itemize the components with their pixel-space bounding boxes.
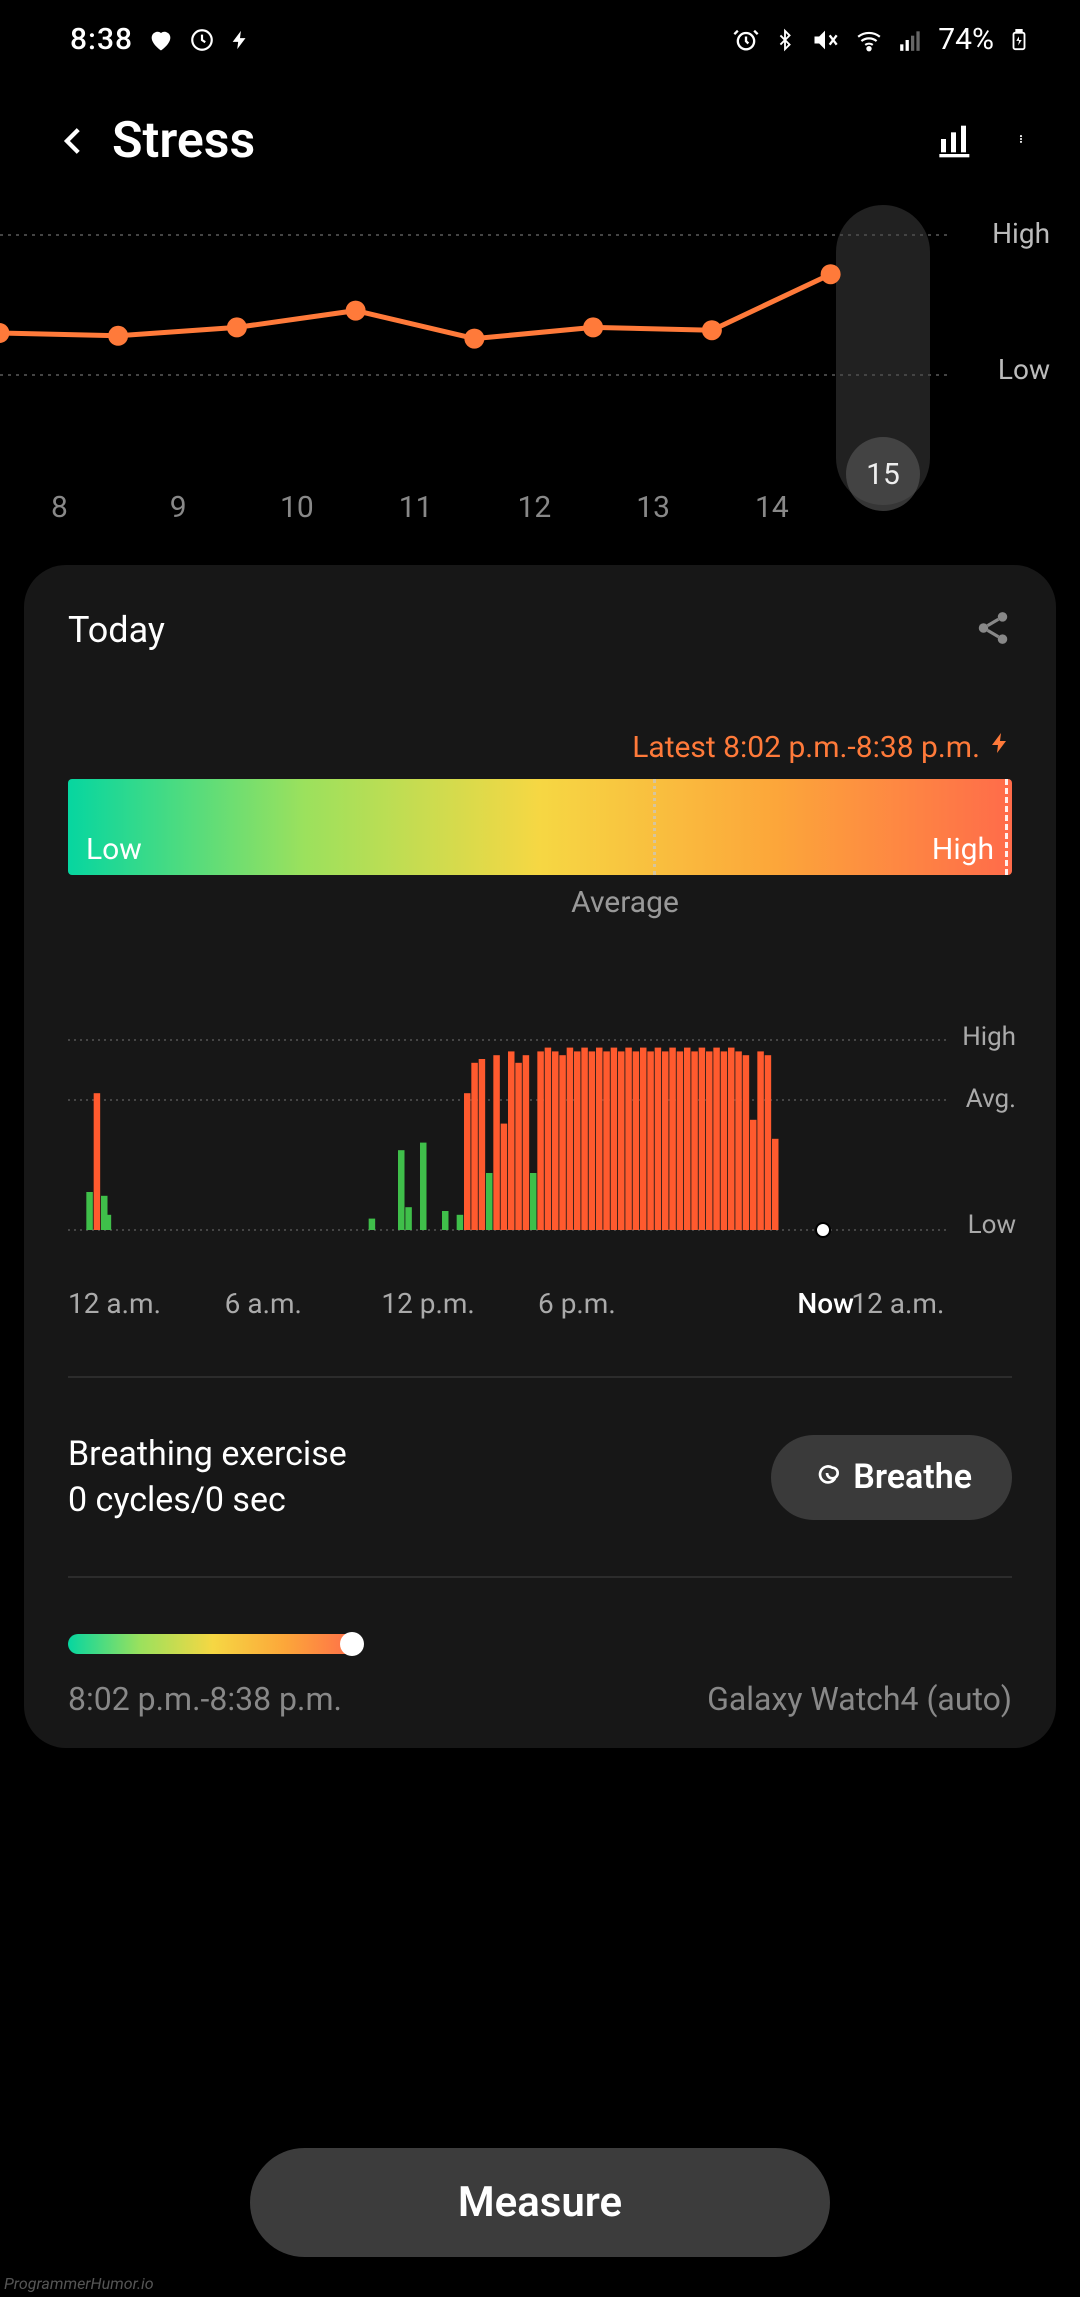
last-measure-time: 8:02 p.m.-8:38 p.m.: [68, 1680, 342, 1718]
mini-dot-icon: [340, 1632, 364, 1656]
gradient-low-label: Low: [86, 832, 142, 867]
week-x-axis: 89101112131415: [0, 490, 950, 525]
selected-day-circle[interactable]: 15: [846, 437, 920, 511]
today-x-label: 12 a.m.: [68, 1287, 225, 1320]
bolt-orange-icon: [988, 729, 1012, 765]
chart-view-icon[interactable]: [936, 119, 976, 163]
measure-button[interactable]: Measure: [250, 2148, 830, 2257]
today-x-label: 6 a.m.: [225, 1287, 382, 1320]
last-measure-device: Galaxy Watch4 (auto): [707, 1680, 1012, 1718]
week-day-label[interactable]: 11: [356, 490, 475, 525]
status-bar: 8:38 74%: [0, 0, 1080, 67]
bluetooth-icon: [774, 25, 796, 55]
week-y-low: Low: [998, 353, 1050, 386]
wifi-icon: [854, 27, 884, 53]
current-marker: [1005, 779, 1008, 875]
today-bars-svg: [68, 1030, 948, 1240]
week-y-high: High: [992, 217, 1050, 250]
week-day-label[interactable]: 9: [119, 490, 238, 525]
breathe-button[interactable]: Breathe: [771, 1435, 1012, 1520]
today-x-label: 6 p.m.: [538, 1287, 695, 1320]
status-time: 8:38: [70, 22, 133, 57]
more-icon[interactable]: [1016, 119, 1026, 163]
alarm-icon: [732, 26, 760, 54]
app-bar: Stress: [0, 67, 1080, 191]
week-day-label[interactable]: 13: [594, 490, 713, 525]
weekly-line-svg: [0, 215, 1080, 415]
divider: [68, 1376, 1012, 1378]
today-x-axis: 12 a.m.6 a.m.12 p.m.6 p.m.12 a.m.: [68, 1287, 1008, 1320]
week-day-label[interactable]: 10: [238, 490, 357, 525]
today-x-label: 12 p.m.: [381, 1287, 538, 1320]
today-card: Today Latest 8:02 p.m.-8:38 p.m. Low Hig…: [24, 565, 1056, 1748]
breathing-title: Breathing exercise: [68, 1434, 347, 1474]
week-day-label[interactable]: 12: [475, 490, 594, 525]
now-label: Now: [797, 1287, 854, 1320]
average-caption: Average: [68, 885, 1012, 920]
divider: [68, 1576, 1012, 1578]
today-y-low: Low: [968, 1210, 1016, 1240]
stress-gradient-scale: Low High: [68, 779, 1012, 875]
week-day-label[interactable]: 8: [0, 490, 119, 525]
today-hourly-chart[interactable]: High Avg. Low 12 a.m.6 a.m.12 p.m.6 p.m.…: [68, 1030, 1012, 1320]
bolt-icon: [229, 26, 251, 54]
weekly-stress-chart[interactable]: High Low 89101112131415 15: [0, 215, 1080, 525]
mini-gradient-icon: [68, 1634, 358, 1654]
today-y-avg: Avg.: [966, 1084, 1016, 1114]
today-title: Today: [68, 609, 165, 651]
timer-icon: [189, 27, 215, 53]
breathing-value: 0 cycles/0 sec: [68, 1480, 347, 1520]
today-y-high: High: [962, 1022, 1016, 1052]
gradient-high-label: High: [932, 832, 994, 867]
signal-icon: [898, 27, 924, 53]
last-measure-row[interactable]: 8:02 p.m.-8:38 p.m. Galaxy Watch4 (auto): [68, 1634, 1012, 1718]
share-icon[interactable]: [974, 609, 1012, 651]
average-marker: [653, 779, 656, 875]
spiral-icon: [811, 1457, 843, 1498]
week-day-label[interactable]: 14: [713, 490, 832, 525]
mute-vibrate-icon: [810, 26, 840, 54]
latest-label: Latest 8:02 p.m.-8:38 p.m.: [632, 730, 980, 765]
today-x-label: 12 a.m.: [851, 1287, 1008, 1320]
watermark: ProgrammerHumor.io: [4, 2274, 154, 2293]
battery-percent: 74%: [938, 22, 994, 57]
heart-icon: [147, 26, 175, 54]
back-button[interactable]: [44, 111, 104, 171]
page-title: Stress: [112, 112, 936, 170]
battery-charging-icon: [1008, 24, 1030, 56]
